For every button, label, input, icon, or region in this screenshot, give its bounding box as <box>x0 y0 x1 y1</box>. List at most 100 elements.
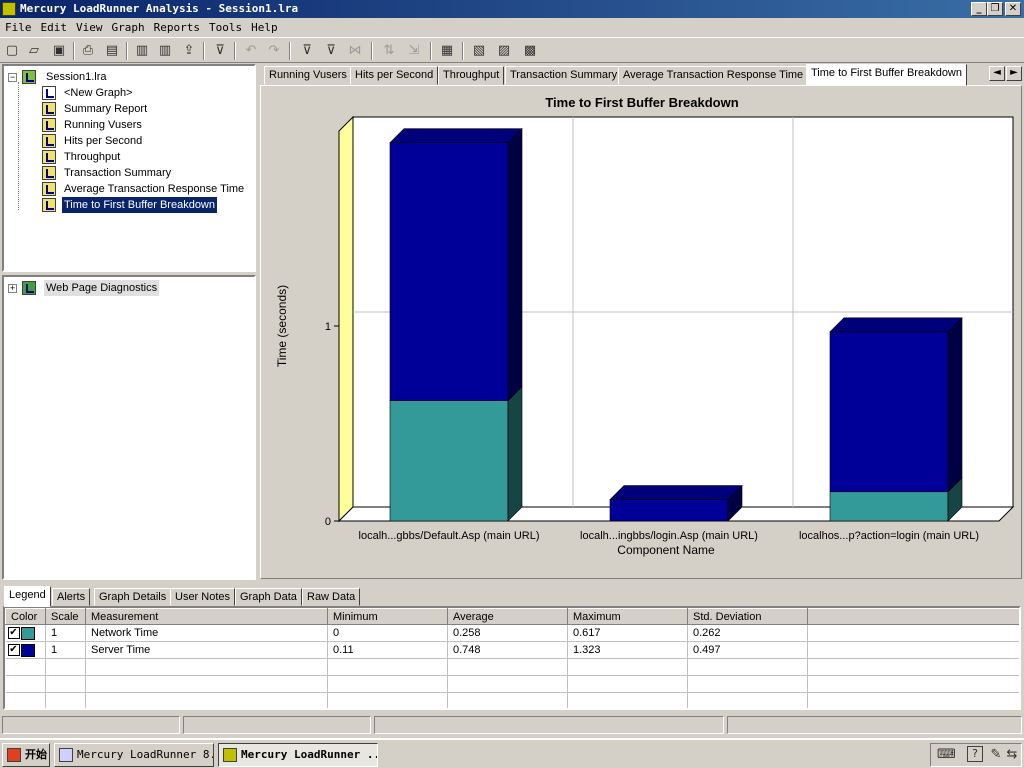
tree-item-web-page-diagnostics[interactable]: + Web Page Diagnostics <box>8 280 248 296</box>
title-bar: Mercury LoadRunner Analysis - Session1.l… <box>0 0 1024 18</box>
crystal-report-icon[interactable]: ▩ <box>521 42 539 60</box>
restore-button[interactable]: ❐ <box>987 2 1003 16</box>
keyboard-icon[interactable]: ⌨ <box>937 746 956 764</box>
tree-item-label: Summary Report <box>64 103 148 115</box>
tab-time-to-first-buffer-breakdown[interactable]: Time to First Buffer Breakdown <box>806 64 967 86</box>
start-button[interactable]: 开始 <box>2 743 50 767</box>
auto-correlate-icon[interactable]: ⇅ <box>380 42 398 60</box>
tab-graph-details[interactable]: Graph Details <box>94 588 172 606</box>
column-header-scale[interactable]: Scale <box>45 608 86 625</box>
visibility-checkbox[interactable]: ✔ <box>7 644 20 656</box>
add-graph-icon[interactable]: ▥ <box>133 42 151 60</box>
menu-file[interactable]: File <box>0 18 36 37</box>
tab-raw-data[interactable]: Raw Data <box>302 588 361 606</box>
save-icon[interactable]: ▣ <box>50 42 68 60</box>
menu-edit[interactable]: Edit <box>36 18 72 37</box>
open-icon[interactable]: ▱ <box>25 42 43 60</box>
table-row[interactable]: ✔ 1 Server Time 0.11 0.748 1.323 0.497 <box>5 641 1019 659</box>
cell-measurement: Network Time <box>85 624 328 642</box>
undo-icon[interactable]: ↶ <box>242 42 260 60</box>
cell-average: 0.748 <box>447 641 568 659</box>
tree-root[interactable]: − Session1.lra <box>8 69 248 85</box>
task-button-active[interactable]: Mercury LoadRunner ... <box>218 743 378 767</box>
minimize-button[interactable]: _ <box>971 2 987 16</box>
tab-average-transaction-response-time[interactable]: Average Transaction Response Time <box>618 66 809 85</box>
column-header-measurement[interactable]: Measurement <box>85 608 328 625</box>
menu-view[interactable]: View <box>71 18 107 37</box>
status-cell <box>2 716 180 734</box>
tab-transaction-summary[interactable]: Transaction Summary <box>505 66 623 85</box>
graph-icon[interactable]: ▥ <box>156 42 174 60</box>
tree-item-label: Hits per Second <box>64 135 143 147</box>
bar-network-time-side <box>507 385 523 522</box>
tab-graph-data[interactable]: Graph Data <box>235 588 302 606</box>
menu-help[interactable]: Help <box>246 18 282 37</box>
expand-icon[interactable]: + <box>8 284 17 293</box>
tab-hits-per-second[interactable]: Hits per Second <box>350 66 439 85</box>
word-report-icon[interactable]: ▨ <box>495 42 513 60</box>
menu-bar: File Edit View Graph Reports Tools Help <box>0 18 1024 37</box>
tab-legend[interactable]: Legend <box>4 586 51 607</box>
help-icon[interactable]: ? <box>967 746 983 762</box>
cell-std-deviation: 0.497 <box>687 641 808 659</box>
graph-icon <box>42 166 56 180</box>
print-preview-icon[interactable]: ▤ <box>103 42 121 60</box>
redo-icon[interactable]: ↷ <box>265 42 283 60</box>
cell-minimum: 0 <box>327 624 448 642</box>
print-icon[interactable]: ⎙ <box>79 42 97 60</box>
export-icon[interactable]: ⇪ <box>180 42 198 60</box>
tree-item-label: Time to First Buffer Breakdown <box>61 196 218 214</box>
column-header-filler <box>807 608 1019 625</box>
menu-reports[interactable]: Reports <box>149 18 204 37</box>
tab-alerts[interactable]: Alerts <box>52 588 91 606</box>
menu-graph[interactable]: Graph <box>107 18 149 37</box>
drill-down-icon[interactable]: ⇲ <box>405 42 423 60</box>
color-swatch[interactable] <box>20 643 35 657</box>
filter-graph-icon[interactable]: ⊽ <box>298 42 316 60</box>
collapse-icon[interactable]: − <box>8 73 17 82</box>
html-report-icon[interactable]: ▧ <box>470 42 488 60</box>
tree-item-label: <New Graph> <box>64 87 133 99</box>
bar-server-time-top <box>829 317 963 333</box>
task-button[interactable]: Mercury LoadRunner 8.1 <box>54 743 214 767</box>
tab-scroll-right-button[interactable]: ► <box>1006 66 1022 81</box>
column-header-average[interactable]: Average <box>447 608 568 625</box>
tab-scroll-left-button[interactable]: ◄ <box>989 66 1005 81</box>
x-tick-label: localhos...p?action=login (main URL) <box>799 530 979 542</box>
bar-server-time-top <box>389 128 523 144</box>
tree-item-label: Average Transaction Response Time <box>64 183 245 195</box>
cell-maximum: 0.617 <box>567 624 688 642</box>
diagnostics-tree-panel: + Web Page Diagnostics <box>2 275 256 580</box>
bar-server-time-top <box>609 485 743 500</box>
clear-filter-icon[interactable]: ⊽ <box>322 42 340 60</box>
filter-icon[interactable]: ⊽ <box>211 42 229 60</box>
close-button[interactable]: ✕ <box>1005 2 1021 16</box>
tab-running-vusers[interactable]: Running Vusers <box>264 66 352 85</box>
analysis-icon <box>223 748 237 762</box>
column-header-maximum[interactable]: Maximum <box>567 608 688 625</box>
menu-tools[interactable]: Tools <box>204 18 246 37</box>
new-icon[interactable]: ▢ <box>3 42 21 60</box>
column-header-minimum[interactable]: Minimum <box>327 608 448 625</box>
tab-user-notes[interactable]: User Notes <box>170 588 236 606</box>
chart-side-wall <box>338 115 354 523</box>
status-cell <box>374 716 724 734</box>
bar-server-time-side <box>507 127 523 402</box>
toolbar-separator <box>371 42 373 60</box>
start-label: 开始 <box>25 748 47 761</box>
merge-graph-icon[interactable]: ⋈ <box>346 42 364 60</box>
table-row[interactable]: ✔ 1 Network Time 0 0.258 0.617 0.262 <box>5 624 1019 642</box>
cell-measurement: Server Time <box>85 641 328 659</box>
color-swatch[interactable] <box>20 626 35 640</box>
column-header-color[interactable]: Color <box>5 608 46 625</box>
status-cell <box>183 716 371 734</box>
visibility-checkbox[interactable]: ✔ <box>7 627 20 639</box>
bar-server-time <box>829 331 949 493</box>
tray-arrows-icon[interactable]: ⇆ <box>1003 746 1021 764</box>
column-header-std-deviation[interactable]: Std. Deviation <box>687 608 808 625</box>
tree-item-label: Running Vusers <box>64 119 142 131</box>
graph-panel: 0 1 localh...gbbs/Default.Asp (main URL) lo… <box>260 85 1022 579</box>
report-icon[interactable]: ▦ <box>438 42 456 60</box>
cell-minimum: 0.11 <box>327 641 448 659</box>
tab-throughput[interactable]: Throughput <box>438 66 505 85</box>
